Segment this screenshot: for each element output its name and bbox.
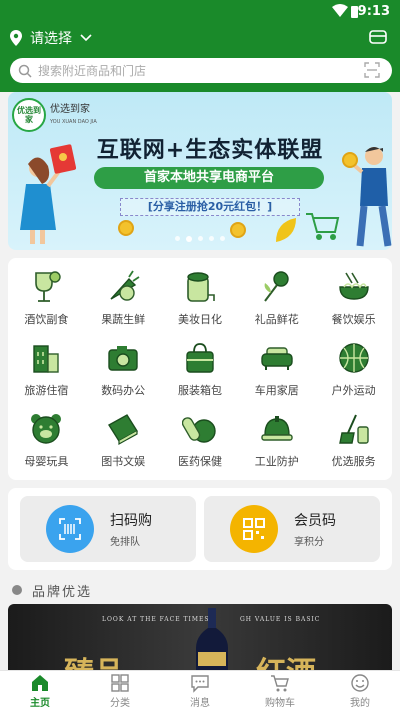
- chevron-down-icon: [80, 34, 92, 42]
- category-item[interactable]: 户外运动: [315, 333, 392, 404]
- brand-logo-text: 优选到家 YOU XUAN DAO JIA: [50, 104, 97, 125]
- category-item[interactable]: 车用家居: [238, 333, 315, 404]
- category-item[interactable]: 餐饮娱乐: [315, 262, 392, 333]
- category-grid: 酒饮副食 果蔬生鲜 美妆日化 礼品鲜花 餐饮娱乐 旅游住宿 数码办公 服装箱包 …: [8, 258, 392, 480]
- camera-icon: [108, 345, 138, 371]
- status-time: 9:13: [357, 4, 390, 19]
- search-bar[interactable]: 搜索附近商品和门店: [10, 58, 392, 83]
- category-item[interactable]: 酒饮副食: [8, 262, 85, 333]
- location-label: 请选择: [30, 31, 72, 47]
- noodle-bowl-icon: [338, 272, 369, 300]
- category-item[interactable]: 果蔬生鲜: [85, 262, 162, 333]
- search-icon: [18, 64, 32, 78]
- profile-icon: [351, 673, 369, 692]
- promo-banner[interactable]: 优选到家 优选到家 YOU XUAN DAO JIA 互联网+生态实体联盟 首家…: [8, 92, 392, 250]
- category-item[interactable]: 工业防护: [238, 405, 315, 476]
- category-item[interactable]: 数码办公: [85, 333, 162, 404]
- category-item[interactable]: 母婴玩具: [8, 405, 85, 476]
- message-icon: [191, 674, 209, 693]
- member-code-button[interactable]: 会员码 享积分: [204, 496, 380, 562]
- nav-messages[interactable]: 消息: [160, 671, 240, 710]
- scan-buy-subtitle: 免排队: [110, 537, 140, 548]
- banner-title: 互联网+生态实体联盟: [96, 138, 324, 163]
- category-item[interactable]: 旅游住宿: [8, 333, 85, 404]
- wine-glass-icon: [35, 270, 62, 302]
- category-item[interactable]: 图书文娱: [85, 405, 162, 476]
- pagination-dot-active[interactable]: [186, 236, 192, 242]
- category-item[interactable]: 礼品鲜花: [238, 262, 315, 333]
- pagination-dot[interactable]: [198, 236, 203, 241]
- status-bar: 9:13: [0, 0, 400, 24]
- basketball-icon: [338, 343, 369, 373]
- location-pin-icon: [10, 30, 22, 46]
- nav-cart[interactable]: 购物车: [240, 671, 320, 710]
- bottom-nav: 主页 分类 消息 购物车 我的: [0, 670, 400, 710]
- pagination-dot[interactable]: [175, 236, 180, 241]
- book-icon: [108, 414, 139, 446]
- qr-code-icon: [230, 505, 278, 553]
- category-item[interactable]: 服装箱包: [162, 333, 239, 404]
- member-code-subtitle: 享积分: [294, 537, 324, 548]
- scan-icon[interactable]: [364, 62, 380, 78]
- brand-tag-right: GH VALUE IS BASIC: [240, 616, 321, 623]
- flower-icon: [263, 270, 289, 302]
- banner-subtitle: 首家本地共享电商平台: [94, 167, 324, 189]
- search-placeholder: 搜索附近商品和门店: [38, 64, 147, 78]
- wifi-icon: [332, 4, 348, 17]
- handbag-icon: [186, 343, 214, 373]
- banner-pagination: [8, 236, 392, 242]
- bullet-icon: [12, 585, 22, 595]
- nav-category[interactable]: 分类: [80, 671, 160, 710]
- category-item[interactable]: 医药保健: [162, 405, 239, 476]
- banner-promo: [分享注册抢20元红包！]: [120, 198, 300, 216]
- header: 9:13 请选择 搜索附近商品和门店: [0, 0, 400, 92]
- cleaning-icon: [338, 414, 369, 445]
- teddy-bear-icon: [31, 414, 62, 445]
- pagination-dot[interactable]: [220, 236, 225, 241]
- pagination-dot[interactable]: [209, 236, 214, 241]
- sofa-icon: [261, 347, 293, 370]
- pills-icon: [181, 417, 216, 444]
- member-code-title: 会员码: [294, 513, 336, 529]
- coin-icon: [118, 220, 134, 236]
- helmet-icon: [261, 416, 293, 442]
- vegetable-icon: [110, 270, 140, 301]
- category-item[interactable]: 优选服务: [315, 405, 392, 476]
- brand-logo: 优选到家: [12, 98, 46, 132]
- scan-buy-button[interactable]: 扫码购 免排队: [20, 496, 196, 562]
- section-title-brand: 品牌优选: [12, 580, 92, 600]
- brand-banner[interactable]: LOOK AT THE FACE TIMES GH VALUE IS BASIC…: [8, 604, 392, 670]
- brand-text-left: 臻品: [64, 648, 124, 670]
- nav-profile[interactable]: 我的: [320, 671, 400, 710]
- cart-icon: [271, 674, 289, 691]
- grid-icon: [111, 673, 129, 692]
- nav-home[interactable]: 主页: [0, 671, 80, 710]
- scan-buy-title: 扫码购: [110, 513, 152, 529]
- quick-actions: 扫码购 免排队 会员码 享积分: [8, 488, 392, 570]
- home-icon: [32, 674, 48, 691]
- building-icon: [33, 345, 60, 373]
- wine-bottle-icon: [196, 608, 228, 670]
- location-selector[interactable]: 请选择: [10, 28, 100, 48]
- brand-text-right: 红酒: [256, 648, 316, 670]
- barcode-scan-icon: [46, 505, 94, 553]
- store-icon[interactable]: [368, 27, 388, 47]
- category-item[interactable]: 美妆日化: [162, 262, 239, 333]
- paper-roll-icon: [187, 271, 215, 302]
